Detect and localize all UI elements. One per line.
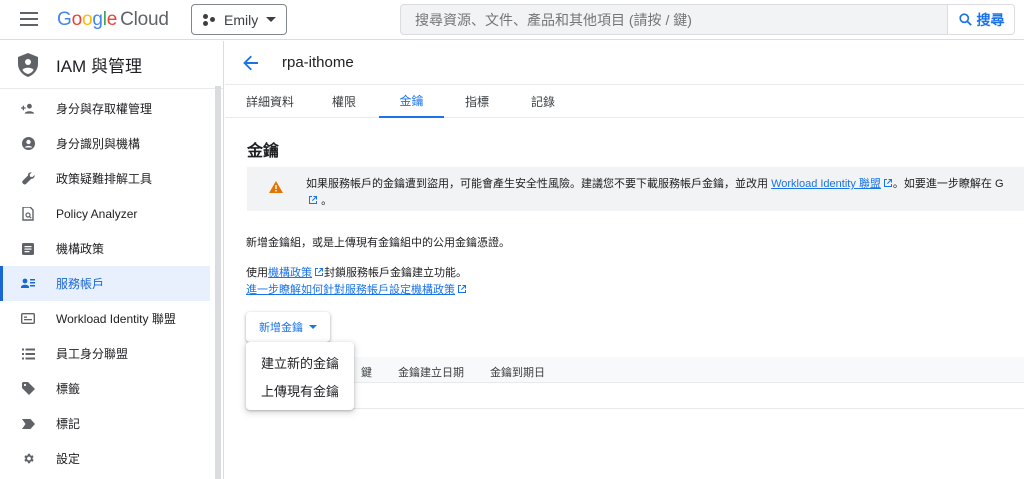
- search-button[interactable]: 搜尋: [947, 4, 1015, 35]
- column-expires[interactable]: 金鑰到期日: [490, 364, 545, 380]
- sidebar-header: IAM 與管理: [0, 41, 223, 89]
- search-input[interactable]: [400, 4, 948, 35]
- google-cloud-logo[interactable]: Google Cloud: [57, 9, 169, 31]
- back-arrow-icon[interactable]: [242, 54, 260, 72]
- sidebar-title: IAM 與管理: [56, 57, 142, 76]
- warning-text: 如果服務帳戶的金鑰遭到盜用，可能會產生安全性風險。建議您不要下載服務帳戶金鑰，並…: [306, 178, 1004, 207]
- sidebar-item-workforce-identity[interactable]: 員工身分聯盟: [0, 336, 210, 371]
- add-key-button[interactable]: 新增金鑰: [246, 312, 330, 342]
- sidebar-item-policy-analyzer[interactable]: Policy Analyzer: [0, 196, 210, 231]
- section-title: 金鑰: [247, 143, 280, 160]
- key-description: 新增金鑰組，或是上傳現有金鑰組中的公用金鑰憑證。: [246, 237, 510, 249]
- person-add-icon: [21, 102, 35, 116]
- sidebar-item-label: 機構政策: [56, 242, 105, 256]
- sidebar-item-label: 身分與存取權管理: [56, 102, 153, 116]
- org-policy-link[interactable]: 機構政策: [268, 267, 312, 279]
- id-card-icon: [21, 312, 35, 326]
- tab-metrics[interactable]: 指標: [444, 85, 510, 118]
- search-icon: [958, 13, 972, 26]
- tab-logs[interactable]: 記錄: [510, 85, 576, 118]
- sidebar-item-label: 標籤: [56, 382, 81, 396]
- sidebar-item-policy-troubleshooter[interactable]: 政策疑難排解工具: [0, 161, 210, 196]
- column-created[interactable]: 金鑰建立日期: [398, 364, 464, 380]
- dropdown-arrow-icon: [309, 325, 317, 329]
- keys-table-header: 類型 狀態 鍵 金鑰建立日期 金鑰到期日: [247, 357, 1024, 383]
- sidebar-item-label: 員工身分聯盟: [56, 347, 129, 361]
- label-icon: [21, 417, 35, 431]
- page-header: rpa-ithome: [225, 41, 1024, 85]
- tab-details[interactable]: 詳細資料: [231, 85, 309, 118]
- top-bar: Google Cloud Emily 搜尋: [0, 0, 1024, 40]
- sidebar-item-label: Policy Analyzer: [56, 206, 138, 221]
- org-policy-note: 使用機構政策 封鎖服務帳戶金鑰建立功能。 進一步瞭解如何針對服務帳戶設定機構政策: [246, 267, 467, 296]
- menu-icon[interactable]: [20, 12, 38, 26]
- tab-keys[interactable]: 金鑰: [379, 85, 444, 118]
- sidebar-item-service-accounts[interactable]: 服務帳戶: [0, 266, 210, 301]
- external-link-icon[interactable]: [308, 195, 318, 205]
- wrench-icon: [21, 172, 35, 186]
- sidebar-item-label: 身分識別與機構: [56, 137, 141, 151]
- list-icon: [21, 347, 35, 361]
- warning-icon: [269, 181, 283, 193]
- tag-icon: [21, 382, 35, 396]
- sidebar: IAM 與管理 身分與存取權管理 身分識別與機構 政策疑難排解工具 Policy…: [0, 41, 224, 479]
- project-picker[interactable]: Emily: [191, 4, 287, 35]
- sidebar-scrollbar[interactable]: [215, 86, 221, 479]
- sidebar-item-iam[interactable]: 身分與存取權管理: [0, 91, 210, 126]
- gear-icon: [21, 452, 35, 466]
- sidebar-item-label: 服務帳戶: [56, 277, 105, 291]
- add-key-menu: 建立新的金鑰 上傳現有金鑰: [246, 342, 354, 410]
- sidebar-item-workload-identity[interactable]: Workload Identity 聯盟: [0, 301, 210, 336]
- external-link-icon: [458, 285, 466, 293]
- account-circle-icon: [21, 137, 35, 151]
- project-name: Emily: [224, 11, 259, 28]
- main-content: rpa-ithome 詳細資料 權限 金鑰 指標 記錄 金鑰 如果服務帳戶的金鑰…: [225, 41, 1024, 479]
- sidebar-item-tags[interactable]: 標記: [0, 406, 210, 441]
- external-link-icon: [315, 268, 323, 276]
- warning-banner: 如果服務帳戶的金鑰遭到盜用，可能會產生安全性風險。建議您不要下載服務帳戶金鑰，並…: [247, 167, 1024, 211]
- sidebar-item-identity-org[interactable]: 身分識別與機構: [0, 126, 210, 161]
- project-icon: [203, 13, 215, 26]
- page-title: rpa-ithome: [282, 54, 354, 71]
- shield-icon: [18, 52, 38, 77]
- sidebar-item-label: 標記: [56, 417, 81, 431]
- external-link-icon: [883, 179, 892, 187]
- menu-item-upload-key[interactable]: 上傳現有金鑰: [246, 376, 354, 404]
- menu-item-create-key[interactable]: 建立新的金鑰: [246, 348, 354, 376]
- service-account-icon: [21, 277, 35, 291]
- workload-identity-link[interactable]: Workload Identity 聯盟: [771, 178, 881, 190]
- document-search-icon: [21, 206, 35, 221]
- table-divider: [247, 408, 1024, 409]
- sidebar-item-settings[interactable]: 設定: [0, 441, 210, 476]
- sidebar-item-labels[interactable]: 標籤: [0, 371, 210, 406]
- sidebar-item-label: 設定: [56, 452, 81, 466]
- tab-permissions[interactable]: 權限: [309, 85, 379, 118]
- sidebar-item-label: Workload Identity 聯盟: [56, 312, 176, 326]
- column-key[interactable]: 鍵: [361, 364, 372, 380]
- tab-bar: 詳細資料 權限 金鑰 指標 記錄: [225, 85, 1024, 118]
- chevron-down-icon: [266, 17, 276, 22]
- learn-more-link[interactable]: 進一步瞭解如何針對服務帳戶設定機構政策: [246, 284, 455, 296]
- sidebar-item-label: 政策疑難排解工具: [56, 172, 153, 186]
- sidebar-item-org-policies[interactable]: 機構政策: [0, 231, 210, 266]
- list-box-icon: [21, 242, 35, 256]
